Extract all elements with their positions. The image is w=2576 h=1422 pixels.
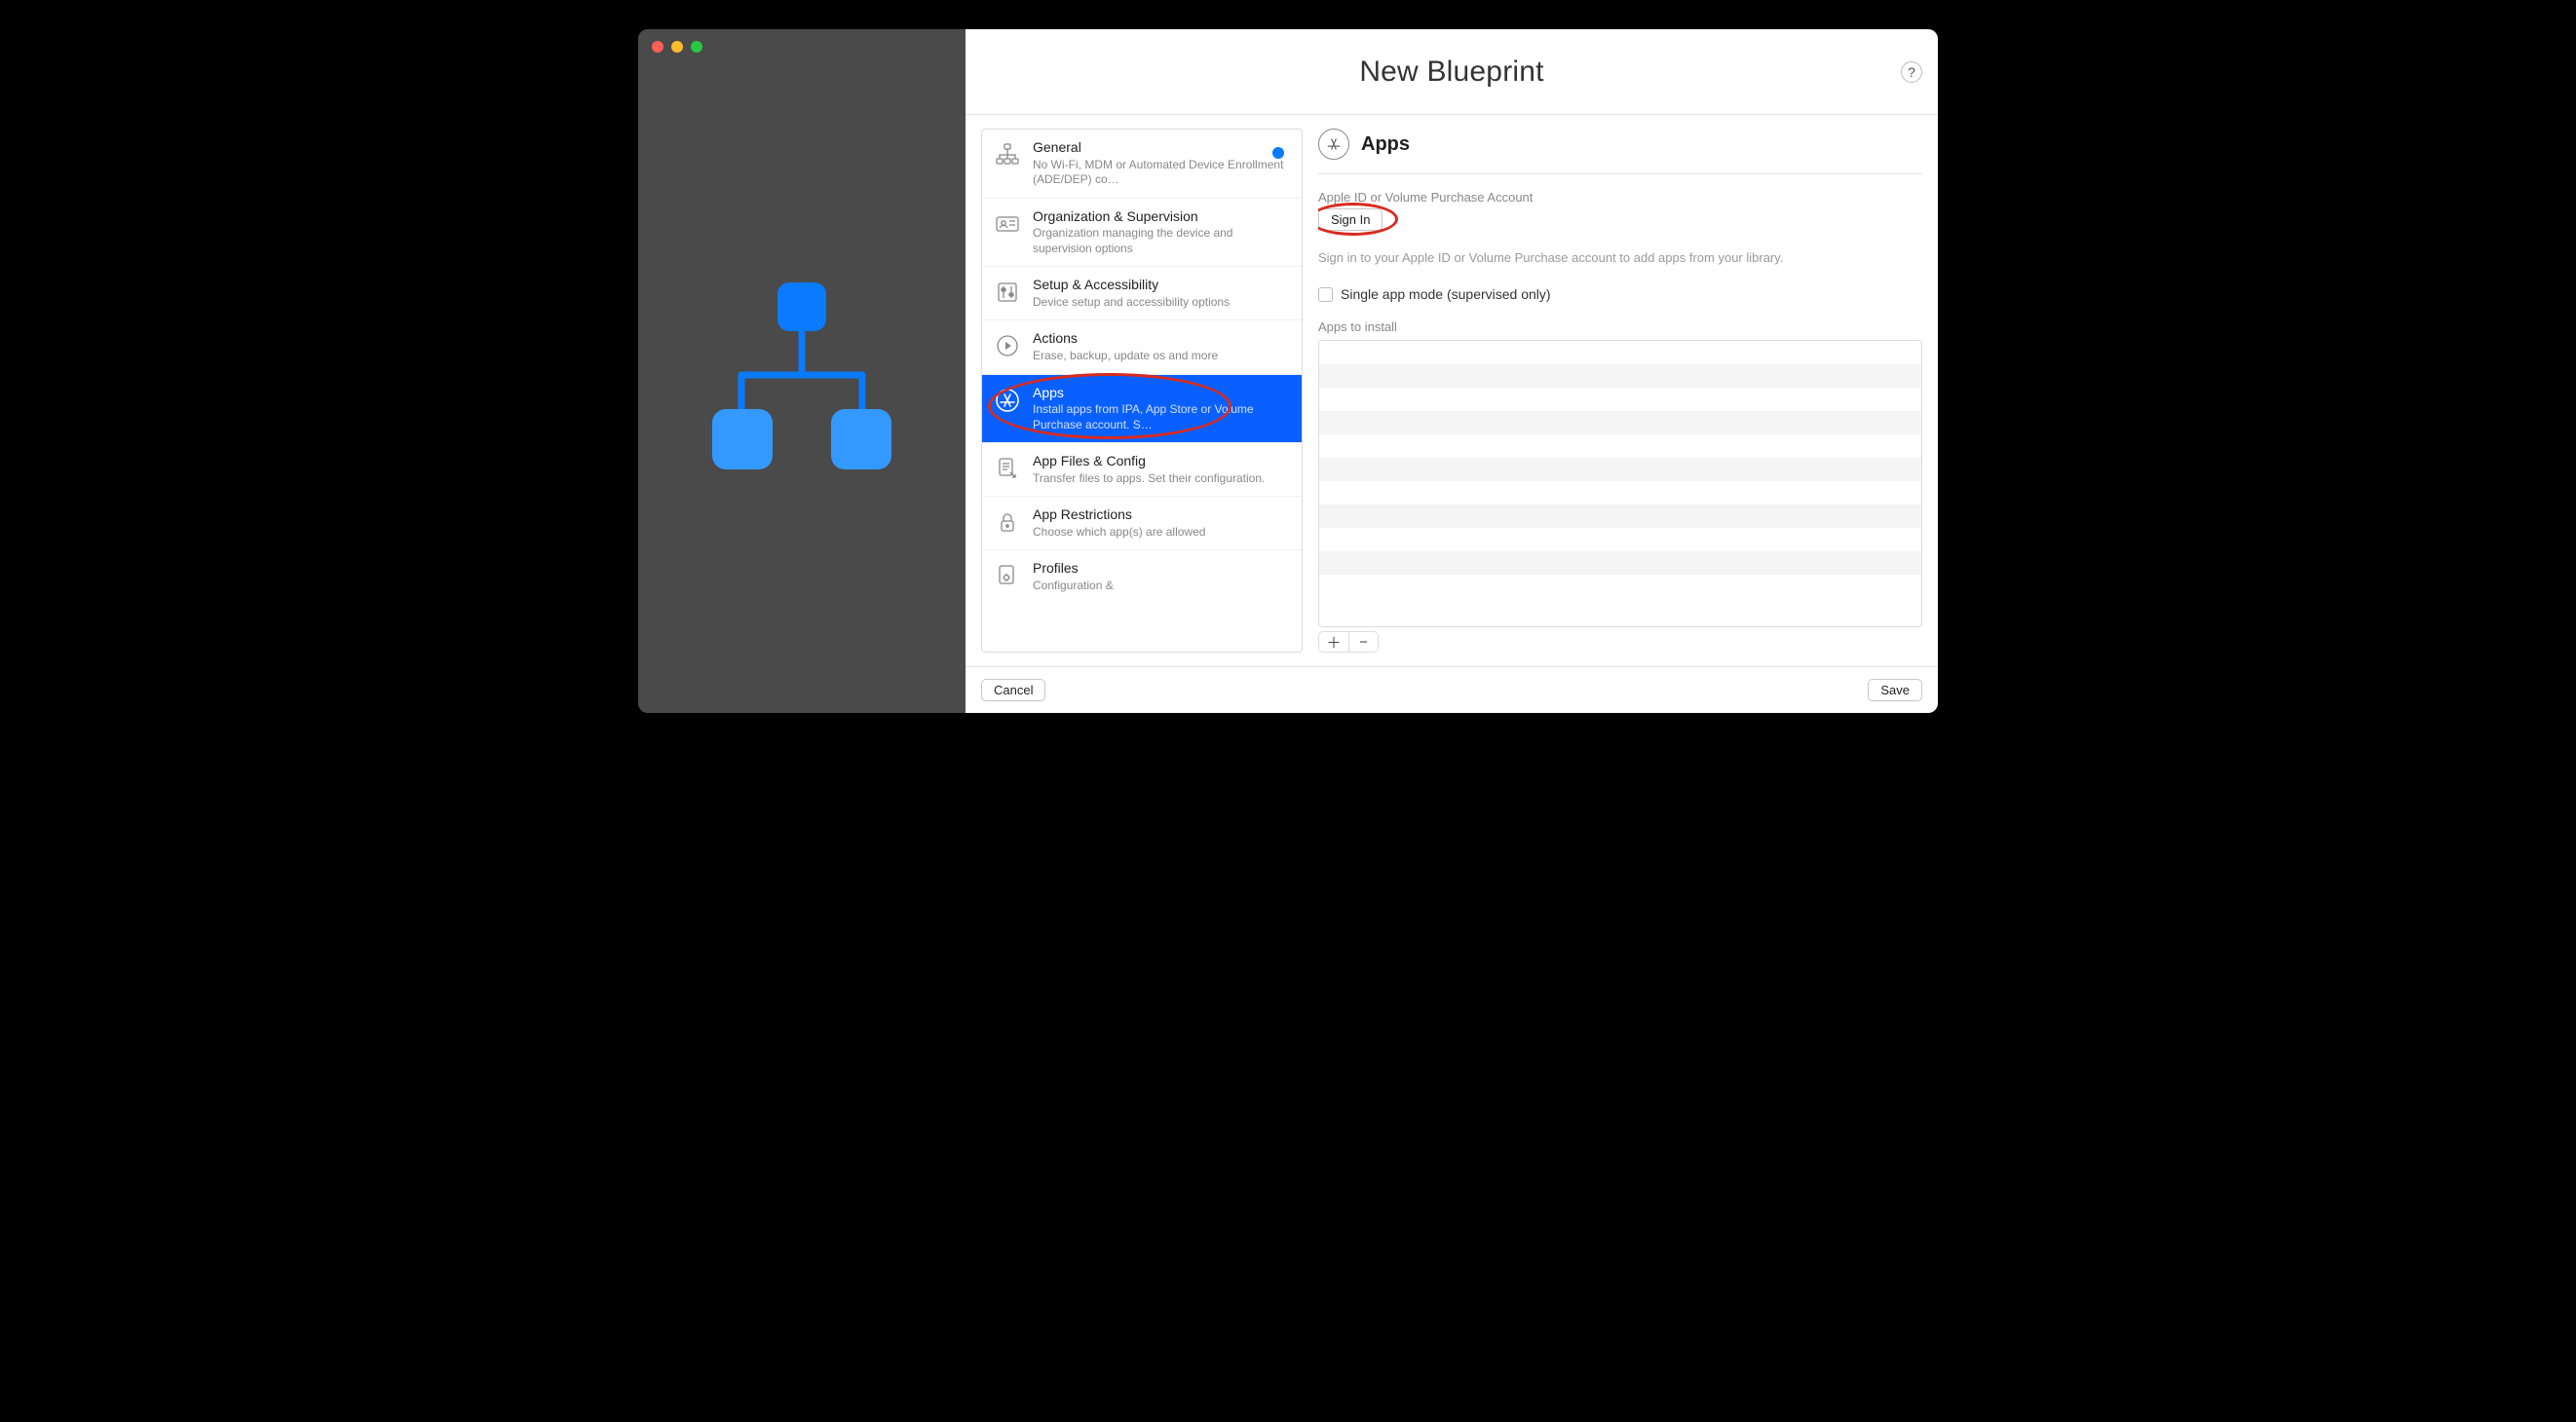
appstore-icon bbox=[992, 385, 1023, 416]
list-row bbox=[1319, 551, 1921, 575]
footer: Cancel Save bbox=[966, 666, 1938, 713]
add-app-button[interactable]: ＋ bbox=[1319, 632, 1348, 652]
header: New Blueprint ? bbox=[966, 29, 1938, 115]
category-subtitle: Install apps from IPA, App Store or Volu… bbox=[1033, 402, 1290, 432]
apps-to-install-list[interactable] bbox=[1318, 340, 1922, 627]
single-app-mode-label: Single app mode (supervised only) bbox=[1341, 286, 1551, 302]
sliders-icon bbox=[992, 277, 1023, 308]
sidebar-left bbox=[638, 29, 966, 713]
category-title: Profiles bbox=[1033, 560, 1290, 578]
main-panel: New Blueprint ? bbox=[966, 29, 1938, 713]
single-app-mode-checkbox[interactable]: Single app mode (supervised only) bbox=[1318, 286, 1922, 302]
list-row bbox=[1319, 341, 1921, 364]
signin-button[interactable]: Sign In bbox=[1318, 208, 1383, 231]
app-window: New Blueprint ? bbox=[638, 29, 1938, 713]
category-subtitle: Choose which app(s) are allowed bbox=[1033, 525, 1290, 541]
list-row bbox=[1319, 575, 1921, 598]
window-zoom-button[interactable] bbox=[691, 41, 702, 53]
category-subtitle: Device setup and accessibility options bbox=[1033, 295, 1290, 311]
window-controls bbox=[652, 41, 702, 53]
detail-header: Apps bbox=[1318, 129, 1922, 174]
apps-to-install-label: Apps to install bbox=[1318, 319, 1922, 334]
document-transfer-icon bbox=[992, 453, 1023, 484]
remove-app-button[interactable]: − bbox=[1348, 632, 1378, 652]
category-title: App Restrictions bbox=[1033, 506, 1290, 524]
content: General No Wi-Fi, MDM or Automated Devic… bbox=[966, 115, 1938, 653]
category-list[interactable]: General No Wi-Fi, MDM or Automated Devic… bbox=[981, 129, 1303, 653]
category-subtitle: Configuration & bbox=[1033, 579, 1290, 594]
category-subtitle: Organization managing the device and sup… bbox=[1033, 226, 1290, 256]
category-title: App Files & Config bbox=[1033, 453, 1290, 470]
category-setup[interactable]: Setup & Accessibility Device setup and a… bbox=[982, 267, 1302, 320]
list-row bbox=[1319, 364, 1921, 388]
play-circle-icon bbox=[992, 330, 1023, 361]
category-title: Apps bbox=[1033, 385, 1290, 402]
category-app-restrictions[interactable]: App Restrictions Choose which app(s) are… bbox=[982, 497, 1302, 550]
detail-panel: Apps Apple ID or Volume Purchase Account… bbox=[1318, 129, 1922, 653]
category-title: Setup & Accessibility bbox=[1033, 277, 1290, 294]
category-general[interactable]: General No Wi-Fi, MDM or Automated Devic… bbox=[982, 130, 1302, 199]
window-minimize-button[interactable] bbox=[671, 41, 683, 53]
category-subtitle: Erase, backup, update os and more bbox=[1033, 349, 1290, 364]
category-title: General bbox=[1033, 139, 1290, 157]
category-subtitle: No Wi-Fi, MDM or Automated Device Enroll… bbox=[1033, 158, 1290, 188]
plus-icon: ＋ bbox=[1326, 632, 1341, 653]
list-row bbox=[1319, 388, 1921, 411]
category-title: Actions bbox=[1033, 330, 1290, 348]
detail-title: Apps bbox=[1361, 133, 1410, 156]
list-row bbox=[1319, 458, 1921, 481]
minus-icon: − bbox=[1359, 634, 1368, 651]
category-app-files[interactable]: App Files & Config Transfer files to app… bbox=[982, 443, 1302, 497]
category-actions[interactable]: Actions Erase, backup, update os and mor… bbox=[982, 320, 1302, 374]
list-row bbox=[1319, 434, 1921, 458]
list-row bbox=[1319, 505, 1921, 528]
blueprint-tree-icon bbox=[704, 282, 899, 509]
appstore-icon bbox=[1318, 129, 1349, 160]
cancel-button[interactable]: Cancel bbox=[981, 679, 1045, 701]
checkbox-icon bbox=[1318, 287, 1333, 302]
category-subtitle: Transfer files to apps. Set their config… bbox=[1033, 471, 1290, 487]
help-button[interactable]: ? bbox=[1901, 61, 1922, 83]
list-row bbox=[1319, 481, 1921, 505]
list-row bbox=[1319, 528, 1921, 551]
category-title: Organization & Supervision bbox=[1033, 208, 1290, 226]
window-close-button[interactable] bbox=[652, 41, 663, 53]
hierarchy-icon bbox=[992, 139, 1023, 170]
category-apps[interactable]: Apps Install apps from IPA, App Store or… bbox=[982, 375, 1302, 444]
category-profiles[interactable]: Profiles Configuration & bbox=[982, 550, 1302, 603]
list-controls: ＋ − bbox=[1318, 631, 1379, 653]
window-title: New Blueprint bbox=[1359, 56, 1543, 89]
account-label: Apple ID or Volume Purchase Account bbox=[1318, 190, 1922, 205]
lock-icon bbox=[992, 506, 1023, 538]
gear-document-icon bbox=[992, 560, 1023, 591]
id-card-icon bbox=[992, 208, 1023, 240]
list-row bbox=[1319, 411, 1921, 434]
signin-hint: Sign in to your Apple ID or Volume Purch… bbox=[1318, 250, 1922, 265]
save-button[interactable]: Save bbox=[1868, 679, 1922, 701]
status-dot-icon bbox=[1272, 147, 1284, 159]
category-organization[interactable]: Organization & Supervision Organization … bbox=[982, 199, 1302, 268]
